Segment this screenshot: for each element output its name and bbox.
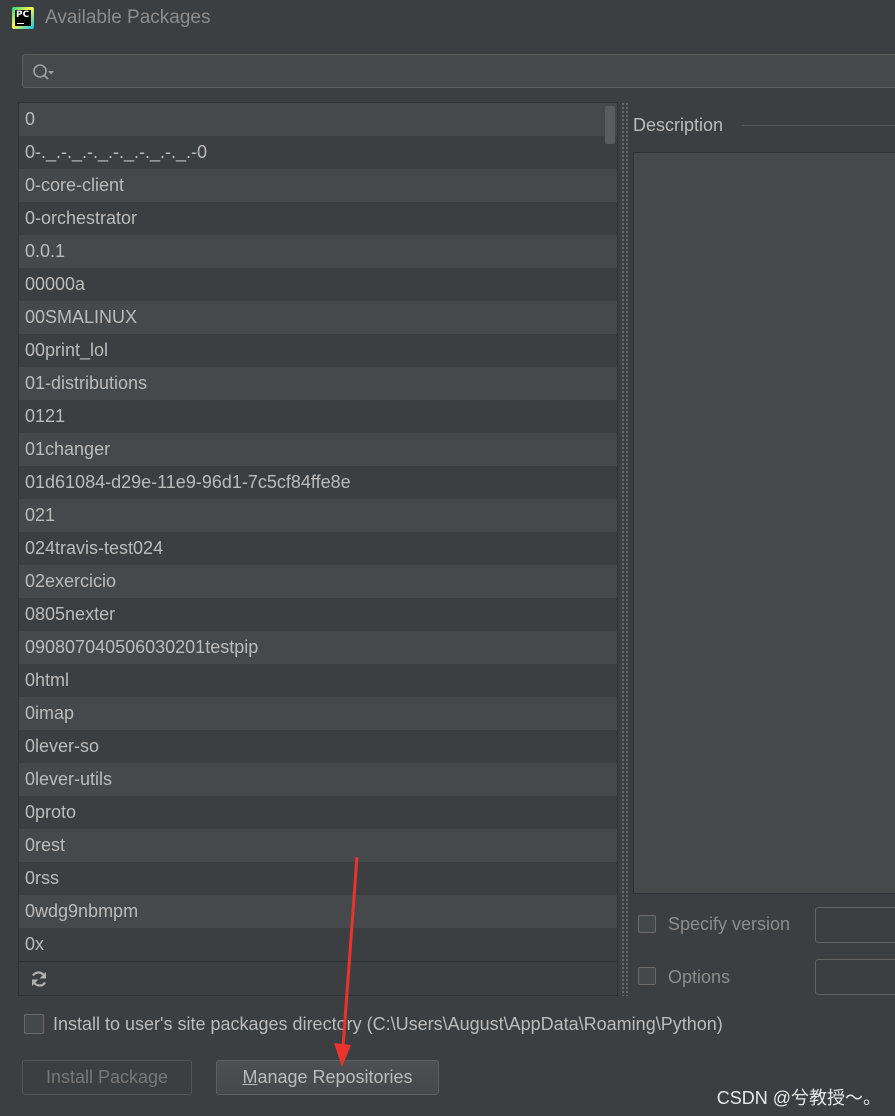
options-checkbox[interactable] bbox=[638, 967, 656, 985]
package-list-item[interactable]: 0html bbox=[19, 664, 617, 697]
watermark: CSDN @兮教授～。 bbox=[716, 1088, 881, 1108]
package-list-item[interactable]: 021 bbox=[19, 499, 617, 532]
package-list-item[interactable]: 01d61084-d29e-11e9-96d1-7c5cf84ffe8e bbox=[19, 466, 617, 499]
list-scrollbar[interactable] bbox=[603, 103, 617, 961]
annotation-arrow-icon bbox=[334, 856, 359, 1067]
refresh-icon[interactable] bbox=[29, 969, 49, 989]
package-list-item[interactable]: 090807040506030201testpip bbox=[19, 631, 617, 664]
options-label: Options bbox=[668, 967, 731, 987]
options-field[interactable] bbox=[815, 959, 895, 995]
package-list-item[interactable]: 0.0.1 bbox=[19, 235, 617, 268]
install-to-user-checkbox[interactable] bbox=[24, 1014, 44, 1034]
package-list-item[interactable]: 0proto bbox=[19, 796, 617, 829]
package-list-item[interactable]: 00000a bbox=[19, 268, 617, 301]
description-divider bbox=[742, 125, 895, 126]
package-list-item[interactable]: 0805nexter bbox=[19, 598, 617, 631]
manage-repositories-label: anage Repositories bbox=[257, 1067, 413, 1087]
package-list-item[interactable]: 0-orchestrator bbox=[19, 202, 617, 235]
package-list-item[interactable]: 0imap bbox=[19, 697, 617, 730]
package-list-item[interactable]: 0-core-client bbox=[19, 169, 617, 202]
description-label: Description bbox=[633, 115, 724, 135]
manage-repositories-mnemonic: M bbox=[242, 1067, 258, 1087]
package-list-item[interactable]: 0 bbox=[19, 103, 617, 136]
window-title: Available Packages bbox=[45, 7, 211, 28]
package-list-item[interactable]: 0-._.-._.-._.-._.-._.-._.-0 bbox=[19, 136, 617, 169]
package-list-item[interactable]: 01-distributions bbox=[19, 367, 617, 400]
version-field[interactable] bbox=[815, 907, 895, 943]
list-toolbar bbox=[19, 961, 617, 995]
description-area bbox=[633, 152, 895, 894]
specify-version-checkbox[interactable] bbox=[638, 915, 656, 933]
search-input[interactable] bbox=[22, 54, 895, 88]
package-list-item[interactable]: 0lever-so bbox=[19, 730, 617, 763]
panel-splitter[interactable] bbox=[620, 102, 630, 996]
package-list-panel: 0 0-._.-._.-._.-._.-._.-._.-0 0-core-clien… bbox=[18, 102, 618, 996]
package-list-item[interactable]: 00print_lol bbox=[19, 334, 617, 367]
specify-version-label: Specify version bbox=[668, 914, 791, 934]
package-list-item[interactable]: 0rest bbox=[19, 829, 617, 862]
package-list-item[interactable]: 00SMALINUX bbox=[19, 301, 617, 334]
package-list-item[interactable]: 0x bbox=[19, 928, 617, 961]
title-bar: PC Available Packages bbox=[0, 0, 895, 38]
package-list[interactable]: 0 0-._.-._.-._.-._.-._.-._.-0 0-core-clien… bbox=[19, 103, 617, 961]
pycharm-logo-icon: PC bbox=[12, 7, 34, 29]
package-list-item[interactable]: 02exercicio bbox=[19, 565, 617, 598]
search-icon[interactable] bbox=[32, 63, 54, 81]
package-list-item[interactable]: 0121 bbox=[19, 400, 617, 433]
scrollbar-thumb[interactable] bbox=[605, 106, 615, 144]
install-package-button[interactable]: Install Package bbox=[22, 1060, 192, 1095]
package-list-item[interactable]: 0lever-utils bbox=[19, 763, 617, 796]
manage-repositories-button[interactable]: Manage Repositories bbox=[216, 1060, 439, 1095]
install-to-user-label: Install to user's site packages director… bbox=[53, 1014, 723, 1034]
package-list-item[interactable]: 024travis-test024 bbox=[19, 532, 617, 565]
package-list-item[interactable]: 0rss bbox=[19, 862, 617, 895]
package-list-item[interactable]: 01changer bbox=[19, 433, 617, 466]
package-list-item[interactable]: 0wdg9nbmpm bbox=[19, 895, 617, 928]
